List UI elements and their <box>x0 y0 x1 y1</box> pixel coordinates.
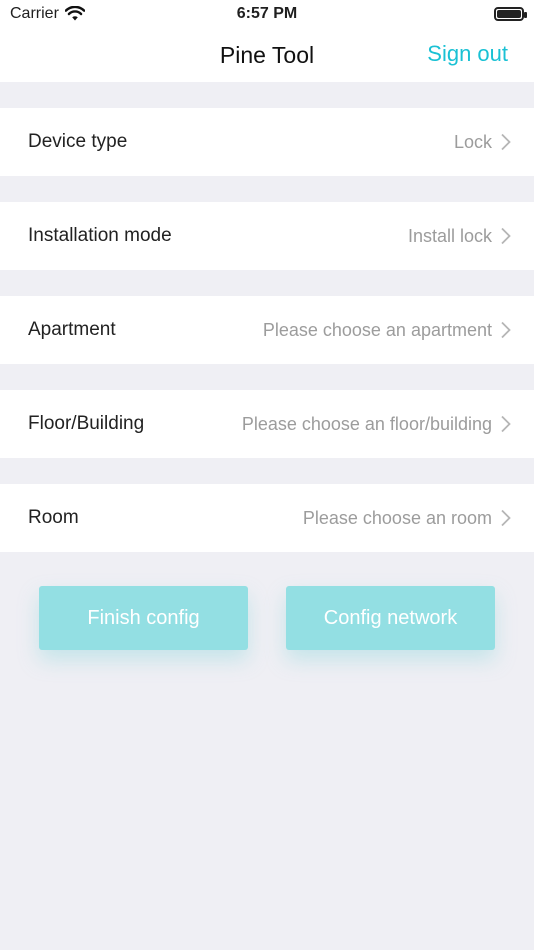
finish-config-button[interactable]: Finish config <box>39 586 248 650</box>
chevron-right-icon <box>501 133 511 151</box>
row-right: Please choose an room <box>303 508 512 529</box>
section-gap <box>0 270 534 296</box>
row-label: Installation mode <box>28 225 172 246</box>
row-floor-building[interactable]: Floor/Building Please choose an floor/bu… <box>0 390 534 458</box>
row-right: Install lock <box>408 226 512 247</box>
status-left: Carrier <box>10 5 85 23</box>
section-gap <box>0 176 534 202</box>
config-network-button[interactable]: Config network <box>286 586 495 650</box>
page-title: Pine Tool <box>219 41 315 68</box>
row-value: Please choose an apartment <box>262 319 492 340</box>
settings-list: Device type Lock Installation mode Insta… <box>0 82 534 552</box>
battery-level <box>497 10 521 18</box>
row-value: Please choose an floor/building <box>241 413 492 434</box>
wifi-icon <box>64 6 85 21</box>
status-bar: Carrier 6:57 PM <box>0 0 534 28</box>
section-gap <box>0 458 534 484</box>
row-label: Room <box>28 507 79 528</box>
carrier-label: Carrier <box>10 5 59 22</box>
row-value: Please choose an room <box>302 507 492 528</box>
section-gap <box>0 364 534 390</box>
chevron-right-icon <box>501 415 511 433</box>
row-installation-mode[interactable]: Installation mode Install lock <box>0 202 534 270</box>
row-label: Floor/Building <box>28 413 145 434</box>
row-right: Lock <box>454 132 512 153</box>
battery-icon <box>494 7 527 21</box>
row-room[interactable]: Room Please choose an room <box>0 484 534 552</box>
chevron-right-icon <box>501 321 511 339</box>
row-label: Apartment <box>28 319 116 340</box>
section-gap <box>0 82 534 108</box>
sign-out-button[interactable]: Sign out <box>427 41 508 67</box>
row-apartment[interactable]: Apartment Please choose an apartment <box>0 296 534 364</box>
row-right: Please choose an floor/building <box>242 414 512 435</box>
screen: Carrier 6:57 PM Pine Tool Sign out Devic… <box>0 0 534 950</box>
nav-bar: Pine Tool Sign out <box>0 28 534 82</box>
row-device-type[interactable]: Device type Lock <box>0 108 534 176</box>
row-value: Install lock <box>407 225 492 246</box>
chevron-right-icon <box>501 227 511 245</box>
row-label: Device type <box>28 131 128 152</box>
row-value: Lock <box>453 131 492 152</box>
chevron-right-icon <box>501 509 511 527</box>
row-right: Please choose an apartment <box>263 320 512 341</box>
action-buttons: Finish config Config network <box>0 586 534 650</box>
